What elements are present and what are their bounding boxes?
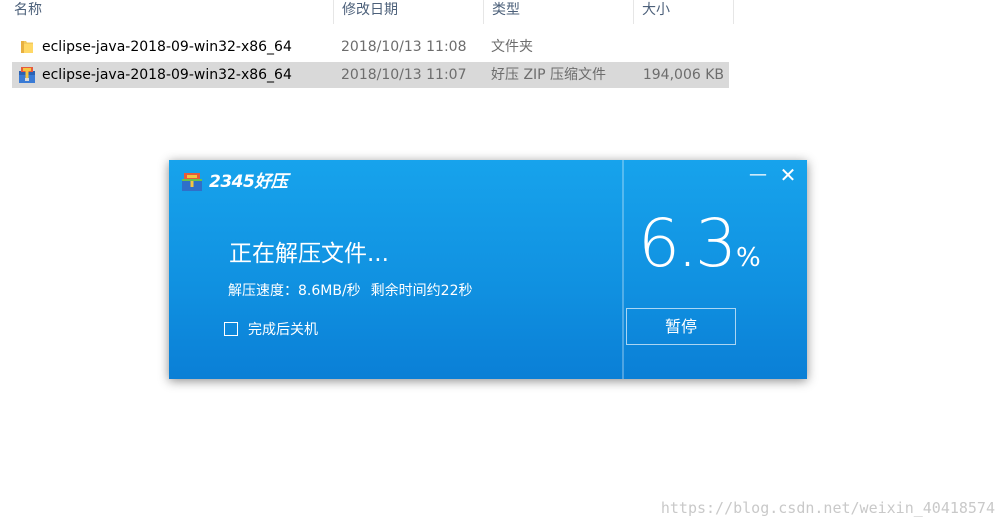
folder-icon [21,41,33,53]
file-list-header: 名称 修改日期 类型 大小 [0,0,734,24]
file-row-zip-selected[interactable]: eclipse-java-2018-09-win32-x86_64 2018/1… [12,62,729,88]
column-header-size[interactable]: 大小 [634,0,734,24]
app-logo-text: 2345好压 [209,172,288,192]
file-size: 194,006 KB [642,67,724,83]
dialog-progress-panel: — ✕ 6.3% 暂停 [624,160,807,379]
file-type: 文件夹 [491,39,533,55]
column-header-date[interactable]: 修改日期 [334,0,484,24]
extraction-speed-row: 解压速度：8.6MB/秒 剩余时间约22秒 [228,280,473,300]
remaining-time: 剩余时间约22秒 [370,283,473,299]
file-row-folder[interactable]: eclipse-java-2018-09-win32-x86_64 2018/1… [12,34,729,60]
extraction-dialog: 2345好压 正在解压文件... 解压速度：8.6MB/秒 剩余时间约22秒 完成… [169,160,807,379]
shutdown-label[interactable]: 完成后关机 [248,320,318,340]
progress-value: 6.3 [638,205,737,282]
file-date: 2018/10/13 11:08 [341,39,467,55]
close-button[interactable]: ✕ [777,164,799,186]
shutdown-checkbox[interactable] [224,322,238,336]
file-date: 2018/10/13 11:07 [341,67,467,83]
pause-button[interactable]: 暂停 [626,308,736,345]
extraction-speed: 解压速度：8.6MB/秒 [228,283,361,299]
file-type: 好压 ZIP 压缩文件 [491,67,607,83]
dialog-status-panel: 2345好压 正在解压文件... 解压速度：8.6MB/秒 剩余时间约22秒 完成… [169,160,622,379]
minimize-button[interactable]: — [747,164,769,186]
file-name: eclipse-java-2018-09-win32-x86_64 [42,39,292,55]
extraction-status-title: 正在解压文件... [229,241,389,267]
column-header-name[interactable]: 名称 [6,0,334,24]
progress-percent: 6.3% [638,204,761,284]
zip-archive-icon [19,67,35,83]
progress-unit: % [735,243,761,273]
haozip-logo-icon [182,173,202,191]
file-name: eclipse-java-2018-09-win32-x86_64 [42,67,292,83]
watermark-url: https://blog.csdn.net/weixin_40418574 [660,499,995,517]
column-header-type[interactable]: 类型 [484,0,634,24]
